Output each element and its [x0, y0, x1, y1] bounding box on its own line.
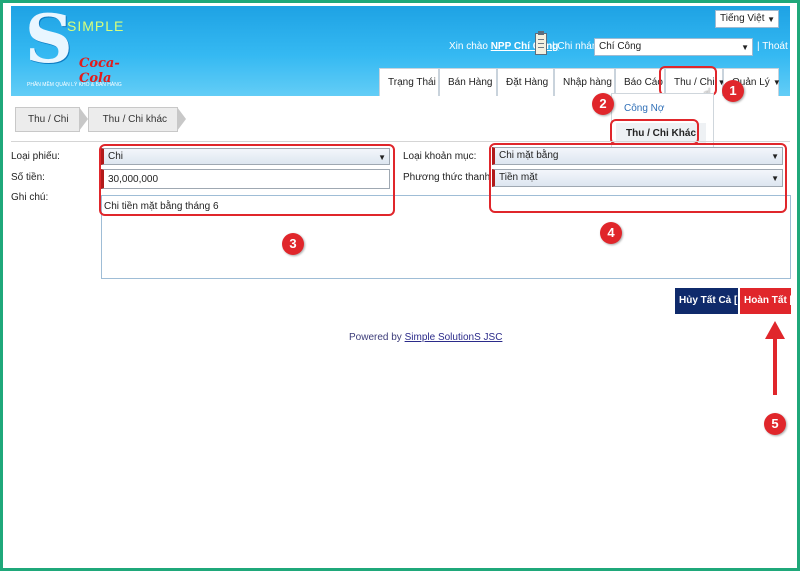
footer-company-link[interactable]: Simple SolutionS JSC — [405, 332, 503, 343]
highlight-left-form — [99, 144, 395, 216]
app-frame: S SIMPLE Coca-Cola PHẦN MỀM QUẢN LÝ KHO … — [0, 0, 800, 571]
nav-item-dat-hang[interactable]: Đặt Hàng — [497, 68, 554, 96]
nav-item-nhap-hang[interactable]: Nhập hàng — [554, 68, 615, 96]
branch-select[interactable]: Chí Công ▼ — [594, 38, 753, 56]
nav-item-ban-hang[interactable]: Bán Hàng — [439, 68, 497, 96]
breadcrumb-item-thu-chi-khac[interactable]: Thu / Chi khác — [87, 107, 187, 132]
menu-item-cong-no[interactable]: Công Nợ — [624, 103, 664, 114]
logout-link[interactable]: | Thoát — [757, 41, 788, 52]
greeting-text: Xin chào — [449, 41, 488, 52]
app-logo: S SIMPLE Coca-Cola PHẦN MỀM QUẢN LÝ KHO … — [21, 6, 131, 90]
amount-label: Số tiền: — [11, 172, 45, 183]
language-value: Tiếng Việt — [720, 13, 765, 24]
breadcrumb: Thu / Chi Thu / Chi khác — [15, 107, 187, 132]
logo-brand: SIMPLE — [67, 18, 125, 34]
breadcrumb-item-thu-chi[interactable]: Thu / Chi — [15, 107, 88, 132]
nav-label: Nhập hàng — [563, 77, 612, 88]
logo-tagline: PHẦN MỀM QUẢN LÝ KHO & BÁN HÀNG — [27, 82, 122, 88]
arrow-shaft — [773, 337, 777, 395]
clipboard-icon[interactable] — [535, 31, 547, 55]
chevron-down-icon: ▼ — [772, 78, 781, 87]
language-select[interactable]: Tiếng Việt ▼ — [715, 10, 779, 28]
annotation-badge-1: 1 — [722, 80, 744, 102]
chevron-down-icon: ▼ — [767, 15, 775, 24]
nav-label: Đặt Hàng — [506, 77, 549, 88]
annotation-badge-2: 2 — [592, 93, 614, 115]
notes-label: Ghi chú: — [11, 192, 49, 203]
nav-label: Bán Hàng — [448, 77, 493, 88]
annotation-badge-3: 3 — [282, 233, 304, 255]
divider — [11, 141, 790, 142]
nav-label: Trạng Thái — [388, 77, 436, 88]
voucher-type-label: Loại phiếu: — [11, 151, 60, 162]
complete-button[interactable]: Hoàn Tất [F8] — [740, 288, 797, 314]
footer: Powered by Simple SolutionS JSC — [349, 332, 502, 343]
nav-item-trang-thai[interactable]: Trạng Thái — [379, 68, 439, 96]
footer-text: Powered by — [349, 332, 402, 343]
nav-label: Báo Cáo — [624, 77, 663, 88]
cancel-all-button[interactable]: Hủy Tất Cả [F11] — [675, 288, 757, 314]
chevron-down-icon: ▼ — [741, 43, 749, 52]
logo-s-icon: S — [25, 0, 73, 78]
nav-item-bao-cao[interactable]: Báo Cáo — [615, 68, 665, 96]
annotation-badge-4: 4 — [600, 222, 622, 244]
highlight-right-form — [489, 143, 787, 213]
main-nav: Trạng Thái Bán Hàng Đặt Hàng Nhập hàng B… — [379, 68, 781, 96]
item-type-label: Loại khoản mục: — [403, 151, 477, 162]
annotation-badge-5: 5 — [764, 413, 786, 435]
user-link[interactable]: NPP Chí Công — [491, 41, 559, 52]
branch-value: Chí Công — [599, 41, 642, 52]
